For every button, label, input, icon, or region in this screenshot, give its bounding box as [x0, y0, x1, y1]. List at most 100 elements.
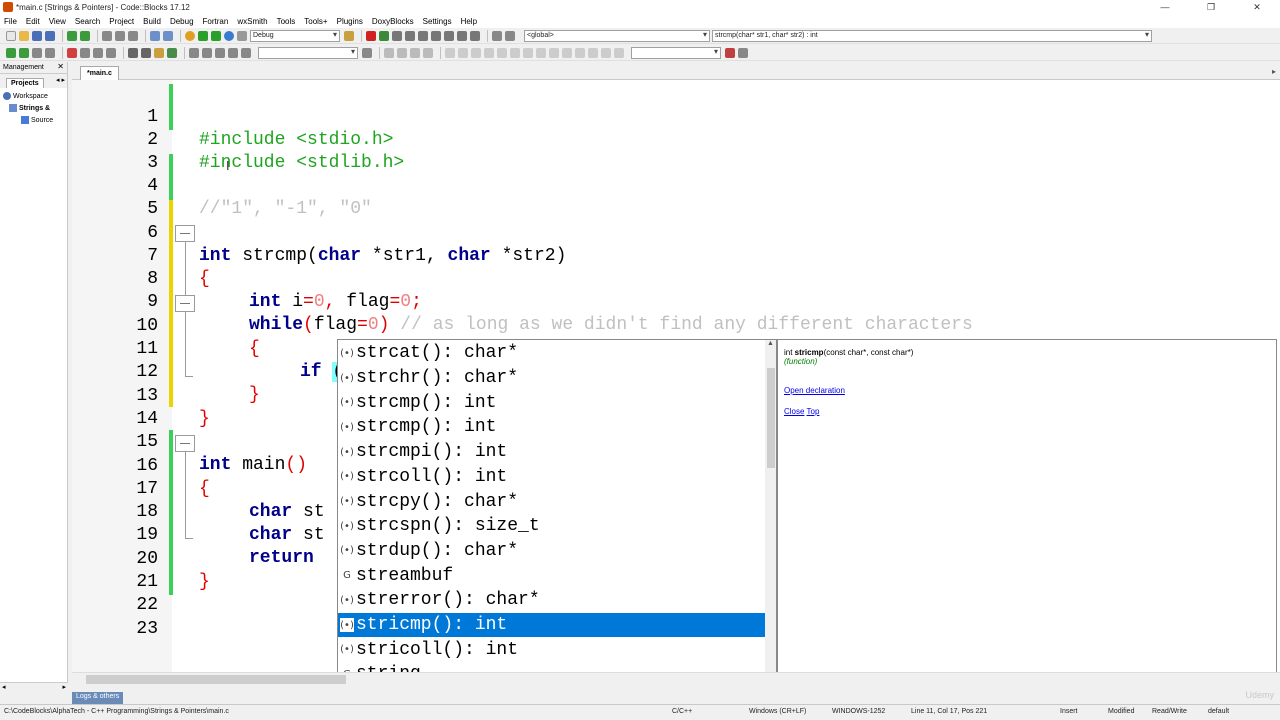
close-button[interactable]: ✕ [1234, 0, 1280, 14]
jump-forward-icon[interactable] [19, 47, 29, 58]
window-icon[interactable] [484, 47, 494, 58]
step-out-icon[interactable] [418, 30, 428, 41]
tab-projects[interactable]: Projects [6, 78, 44, 88]
symbol-s-icon[interactable] [588, 47, 598, 58]
next-line-icon[interactable] [392, 30, 402, 41]
comment-icon[interactable] [128, 47, 138, 58]
table-icon[interactable] [562, 47, 572, 58]
cut-icon[interactable] [102, 30, 112, 41]
paste-icon[interactable] [128, 30, 138, 41]
scroll-up-icon[interactable]: ▲ [767, 340, 774, 347]
menu-doxyblocks[interactable]: DoxyBlocks [372, 17, 414, 26]
scroll-right-icon[interactable]: ▸ [62, 683, 66, 692]
menu-tools[interactable]: Tools [277, 17, 296, 26]
close-link[interactable]: Close [784, 407, 804, 416]
menu-view[interactable]: View [49, 17, 66, 26]
menu-project[interactable]: Project [109, 17, 134, 26]
build-run-icon[interactable] [211, 30, 221, 41]
autocomplete-item[interactable]: (•) strerror(): char* [338, 588, 765, 613]
scroll-left-icon[interactable]: ◂ [2, 683, 6, 692]
menu-search[interactable]: Search [75, 17, 100, 26]
list-icon[interactable] [536, 47, 546, 58]
stop-debug-icon[interactable] [470, 30, 480, 41]
match-case-icon[interactable] [410, 47, 420, 58]
management-tab-arrows[interactable]: ◂ ▸ [56, 76, 65, 84]
panel-icon[interactable] [458, 47, 468, 58]
menu-debug[interactable]: Debug [170, 17, 194, 26]
menu-fortran[interactable]: Fortran [203, 17, 229, 26]
menu-build[interactable]: Build [143, 17, 161, 26]
last-jump-icon[interactable] [32, 47, 42, 58]
autocomplete-item[interactable]: (•) stricoll(): int [338, 637, 765, 662]
nav-back-icon[interactable] [202, 47, 212, 58]
menu-tools-plus[interactable]: Tools+ [304, 17, 327, 26]
autocomplete-item[interactable]: (•) strcat(): char* [338, 341, 765, 366]
layout-icon[interactable] [445, 47, 455, 58]
redo-icon[interactable] [80, 30, 90, 41]
next-instruction-icon[interactable] [431, 30, 441, 41]
menu-settings[interactable]: Settings [423, 17, 452, 26]
autocomplete-item[interactable]: (•) strchr(): char* [338, 366, 765, 391]
function-select[interactable]: strcmp(char* str1, char* str2) : int [712, 29, 1152, 42]
bookmark-icon[interactable] [67, 47, 77, 58]
selection-icon[interactable] [241, 47, 251, 58]
highlight-icon[interactable] [228, 47, 238, 58]
undo-icon[interactable] [67, 30, 77, 41]
run-icon[interactable] [198, 30, 208, 41]
build-target-select[interactable]: Debug [250, 29, 340, 42]
menu-plugins[interactable]: Plugins [337, 17, 363, 26]
step-into-icon[interactable] [405, 30, 415, 41]
uncomment-icon[interactable] [141, 47, 151, 58]
autocomplete-item[interactable]: (•) strcmpi(): int [338, 440, 765, 465]
autocomplete-item-selected[interactable]: (•) stricmp(): int [338, 612, 765, 638]
management-close-icon[interactable]: ✕ [57, 62, 64, 71]
prev-bookmark-icon[interactable] [80, 47, 90, 58]
clear-jumps-icon[interactable] [45, 47, 55, 58]
scrollbar-thumb[interactable] [86, 675, 346, 684]
rebuild-icon[interactable] [224, 30, 234, 41]
symbol-r-icon[interactable] [614, 47, 624, 58]
split-icon[interactable] [471, 47, 481, 58]
doxywizard-icon[interactable] [154, 47, 164, 58]
open-file-icon[interactable] [19, 30, 29, 41]
jump-icon[interactable] [362, 47, 372, 58]
whole-word-icon[interactable] [423, 47, 433, 58]
menu-help[interactable]: Help [461, 17, 477, 26]
run-to-cursor-icon[interactable] [379, 30, 389, 41]
pause-icon[interactable] [457, 30, 467, 41]
editor-hscrollbar[interactable] [72, 672, 1280, 686]
menu-file[interactable]: File [4, 17, 17, 26]
pencil-icon[interactable] [189, 47, 199, 58]
copy-icon[interactable] [115, 30, 125, 41]
autocomplete-item[interactable]: Gstreambuf [338, 563, 765, 588]
tree-item-workspace[interactable]: Workspace [3, 90, 67, 102]
tree-item-sources[interactable]: Source [3, 114, 67, 126]
save-icon[interactable] [32, 30, 42, 41]
tools-icon[interactable] [738, 47, 748, 58]
autocomplete-item[interactable]: (•) strcpy(): char* [338, 489, 765, 514]
scrollbar-thumb[interactable] [767, 368, 775, 468]
debug-info-icon[interactable] [505, 30, 515, 41]
editor-tab-arrows[interactable]: ▸ [1272, 67, 1276, 76]
highlight-search-input[interactable] [258, 46, 358, 59]
nav-forward-icon[interactable] [215, 47, 225, 58]
autocomplete-list[interactable]: (•) strcat(): char* (•) strchr(): char* (•… [337, 339, 777, 686]
autocomplete-item[interactable]: (•) strcmp(): int [338, 390, 765, 415]
management-scrollbar[interactable]: ◂ ▸ [0, 682, 68, 692]
grid-icon[interactable] [523, 47, 533, 58]
autocomplete-item[interactable]: (•) strcspn(): size_t [338, 514, 765, 539]
maximize-button[interactable]: ❐ [1188, 0, 1234, 14]
step-instruction-icon[interactable] [444, 30, 454, 41]
target-dialog-icon[interactable] [344, 30, 354, 41]
find-in-files-icon[interactable] [384, 47, 394, 58]
regex-icon[interactable] [397, 47, 407, 58]
autocomplete-scrollbar[interactable]: ▲ ▼ [765, 340, 776, 685]
autocomplete-item[interactable]: (•) strdup(): char* [338, 539, 765, 564]
next-bookmark-icon[interactable] [93, 47, 103, 58]
clear-bookmarks-icon[interactable] [106, 47, 116, 58]
abort-icon[interactable] [237, 30, 247, 41]
top-link[interactable]: Top [807, 407, 820, 416]
autocomplete-item[interactable]: (•) strcmp(): int [338, 415, 765, 440]
debug-windows-icon[interactable] [492, 30, 502, 41]
toolbar-dropdown[interactable] [631, 46, 721, 59]
